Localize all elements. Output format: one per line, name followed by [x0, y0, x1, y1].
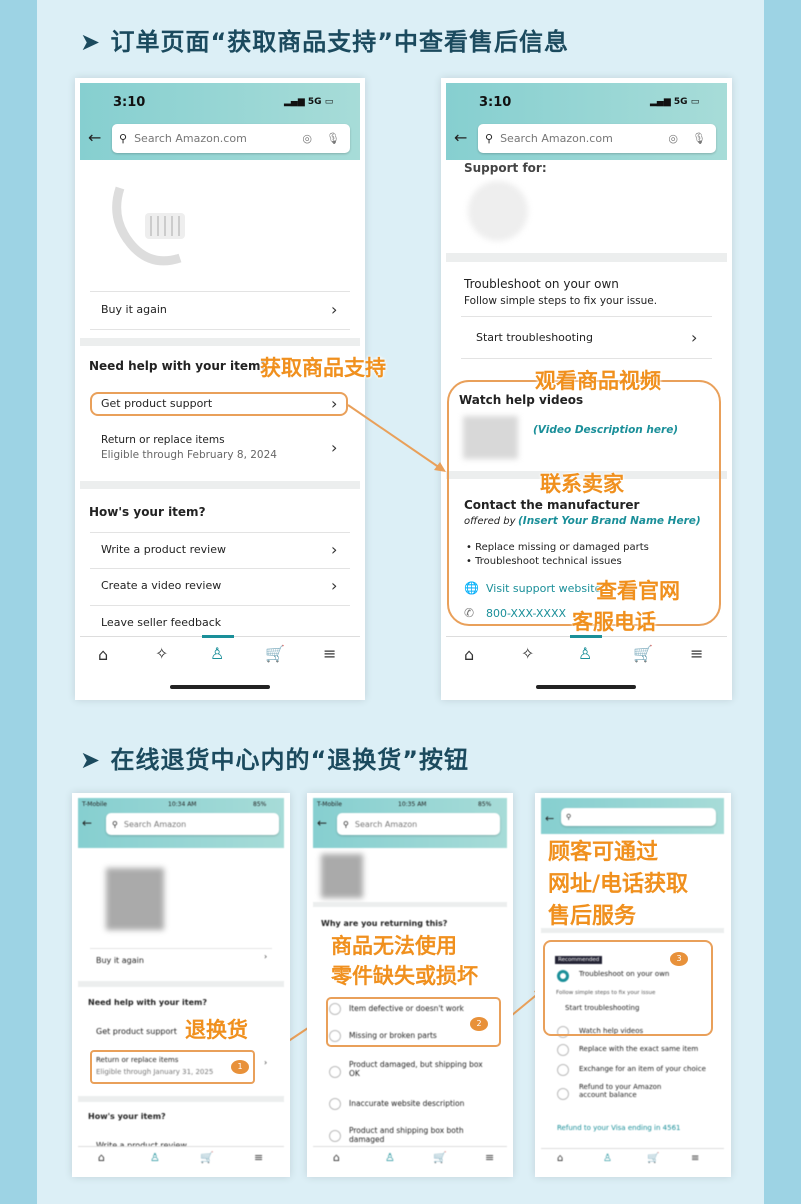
home-icon[interactable]: ⌂ [98, 1151, 105, 1164]
step-badge: 1 [231, 1060, 249, 1074]
home-icon[interactable]: ⌂ [333, 1151, 340, 1164]
annotation-official-site: 查看官网 [596, 579, 680, 603]
option-label: Replace with the exact same item [579, 1045, 699, 1053]
account-icon[interactable]: ♙ [603, 1153, 612, 1164]
product-image [321, 854, 363, 898]
menu-icon[interactable]: ≡ [254, 1151, 263, 1164]
status-time: 10:35 AM [398, 801, 427, 808]
annotation-missing-parts: 零件缺失或损坏 [331, 964, 478, 988]
phone-return-center: T-Mobile 10:34 AM 85% ← ⚲ Search Amazon B… [78, 798, 284, 1172]
annotation-contact-seller: 联系卖家 [540, 472, 624, 496]
buy-again-link[interactable]: Buy it again [96, 956, 144, 965]
annotation-watch-video: 观看商品视频 [535, 369, 661, 393]
product-image [106, 868, 164, 930]
option-label: Exchange for an item of your choice [579, 1065, 706, 1073]
option-label: Refund to your Amazon account balance [579, 1083, 662, 1099]
radio-option[interactable] [557, 1088, 569, 1100]
annotation-customer-line3: 售后服务 [548, 904, 637, 929]
search-placeholder: Search Amazon [354, 819, 418, 829]
annotation-service-phone: 客服电话 [572, 610, 656, 634]
back-arrow-icon[interactable]: ← [317, 816, 327, 830]
menu-icon[interactable]: ≡ [485, 1151, 494, 1164]
annotation-customer-line1: 顾客可通过 [548, 840, 659, 865]
option-label: Product and shipping box both damaged [349, 1126, 464, 1144]
back-arrow-icon[interactable]: ← [82, 816, 92, 830]
radio-option[interactable] [329, 1066, 341, 1078]
step-badge: 2 [470, 1017, 488, 1031]
status-battery: 85% [253, 801, 267, 808]
chevron-right-icon: › [264, 1058, 268, 1067]
chevron-right-icon: › [264, 952, 268, 961]
radio-option[interactable] [329, 1130, 341, 1142]
cart-icon[interactable]: 🛒 [200, 1151, 214, 1164]
menu-icon[interactable]: ≡ [691, 1153, 699, 1164]
account-icon[interactable]: ♙ [150, 1151, 160, 1164]
section-heading: Need help with your item? [88, 998, 207, 1007]
radio-option[interactable] [557, 1044, 569, 1056]
search-input[interactable]: ⚲ [561, 808, 716, 826]
radio-option[interactable] [329, 1098, 341, 1110]
step-badge: 3 [670, 952, 688, 966]
status-carrier: T-Mobile [82, 801, 107, 808]
radio-option[interactable] [557, 1064, 569, 1076]
annotation-return-exchange: 退换货 [185, 1018, 248, 1042]
account-icon[interactable]: ♙ [385, 1151, 395, 1164]
search-icon: ⚲ [112, 819, 118, 829]
section-heading: How's your item? [88, 1112, 166, 1121]
search-placeholder: Search Amazon [123, 819, 187, 829]
status-time: 10:34 AM [168, 801, 197, 808]
refund-card-link[interactable]: Refund to your Visa ending in 4561 [557, 1124, 680, 1132]
search-icon: ⚲ [343, 819, 349, 829]
get-product-support-link[interactable]: Get product support [96, 1027, 177, 1036]
status-battery: 85% [478, 801, 492, 808]
option-label: Inaccurate website description [349, 1099, 465, 1108]
cart-icon[interactable]: 🛒 [433, 1151, 447, 1164]
search-input[interactable]: ⚲ Search Amazon [337, 813, 500, 835]
annotation-unusable: 商品无法使用 [331, 934, 457, 958]
option-label: Product damaged, but shipping box OK [349, 1060, 483, 1078]
bottom-nav: ⌂ ♙ 🛒 ≡ [541, 1148, 724, 1172]
status-carrier: T-Mobile [317, 801, 342, 808]
home-icon[interactable]: ⌂ [557, 1153, 563, 1164]
bottom-nav: ⌂ ♙ 🛒 ≡ [78, 1146, 284, 1172]
question-heading: Why are you returning this? [321, 919, 448, 928]
back-arrow-icon[interactable]: ← [545, 812, 554, 825]
search-icon: ⚲ [566, 813, 572, 821]
annotation-customer-line2: 网址/电话获取 [548, 872, 689, 897]
section-title-2: ➤ 在线退货中心内的“退换货”按钮 [80, 746, 470, 774]
cart-icon[interactable]: 🛒 [647, 1153, 659, 1164]
search-input[interactable]: ⚲ Search Amazon [106, 813, 279, 835]
bottom-nav: ⌂ ♙ 🛒 ≡ [313, 1146, 507, 1172]
highlight-box [543, 940, 713, 1036]
